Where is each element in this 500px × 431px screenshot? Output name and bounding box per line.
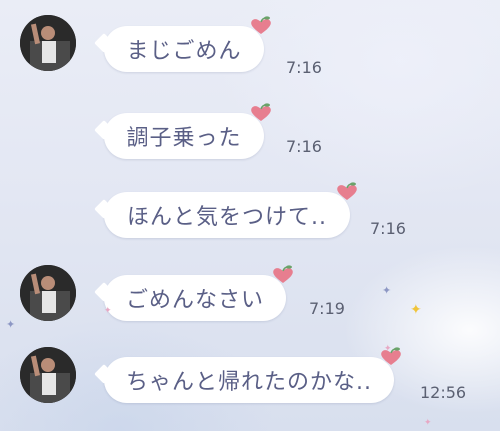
message-bubble[interactable]: ちゃんと帰れたのかな..: [104, 347, 401, 403]
sparkle-icon: ✦: [104, 306, 112, 316]
message-bubble[interactable]: ほんと気をつけて..: [104, 182, 357, 238]
avatar-photo: [20, 347, 76, 403]
avatar[interactable]: [20, 15, 76, 71]
avatar[interactable]: [20, 347, 76, 403]
message-bubble[interactable]: ごめんなさい: [104, 265, 293, 321]
message-text: ほんと気をつけて..: [127, 205, 327, 230]
message-text: まじごめん: [126, 39, 242, 64]
sparkle-icon: ✦: [424, 418, 432, 428]
sparkle-icon: ✦: [6, 318, 16, 331]
message-time: 7:16: [370, 219, 406, 238]
message-bubble[interactable]: 調子乗った: [104, 103, 271, 159]
heart-icon: [337, 182, 357, 200]
message-text: 調子乗った: [126, 126, 242, 151]
avatar-photo: [20, 265, 76, 321]
message-text: ごめんなさい: [125, 288, 264, 313]
sparkle-icon: ✦: [382, 284, 392, 297]
message-bubble[interactable]: まじごめん: [104, 16, 271, 72]
message-time: 12:56: [420, 383, 467, 402]
message-time: 7:16: [286, 137, 322, 156]
sparkle-icon: ✦: [410, 302, 422, 318]
message-time: 7:16: [286, 58, 322, 77]
heart-icon: [251, 103, 271, 121]
message-time: 7:19: [309, 299, 345, 318]
heart-icon: [273, 265, 293, 283]
message-text: ちゃんと帰れたのかな..: [126, 370, 372, 395]
heart-icon: [251, 16, 271, 34]
avatar-photo: [20, 15, 76, 71]
sparkle-icon: ✦: [384, 344, 392, 354]
avatar[interactable]: [20, 265, 76, 321]
chat-area: まじごめん 7:16 調子乗った 7:16 ほんと気をつけて.. 7:16 ごめ…: [0, 0, 500, 431]
